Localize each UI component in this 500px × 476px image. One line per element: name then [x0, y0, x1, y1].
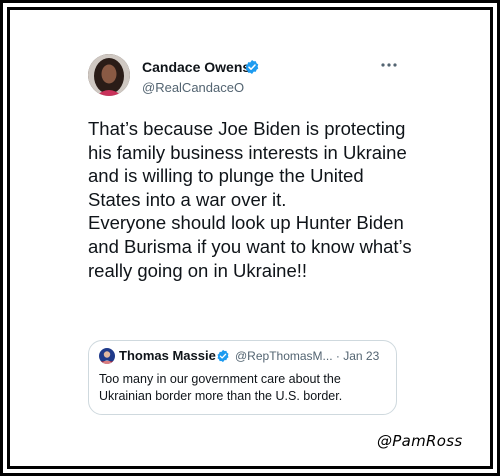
- more-options-icon[interactable]: [380, 58, 398, 72]
- quote-author-handle[interactable]: @RepThomasM...: [235, 349, 333, 363]
- quote-author-name[interactable]: Thomas Massie: [119, 348, 216, 363]
- author-handle[interactable]: @RealCandaceO: [142, 80, 244, 95]
- watermark: @PamRoss: [377, 432, 463, 450]
- verified-badge-icon: [245, 60, 259, 74]
- quote-author-avatar[interactable]: [99, 348, 115, 364]
- quote-author-meta: @RepThomasM... · Jan 23: [235, 349, 379, 363]
- quote-date[interactable]: Jan 23: [343, 349, 379, 363]
- tweet-paragraph: Everyone should look up Hunter Biden and…: [88, 212, 412, 281]
- verified-badge-icon: [217, 349, 229, 363]
- tweet-paragraph: That’s because Joe Biden is protecting h…: [88, 118, 407, 210]
- quoted-tweet-card[interactable]: Thomas Massie @RepThomasM... · Jan 23 To…: [88, 340, 397, 415]
- quote-text: Too many in our government care about th…: [99, 372, 343, 403]
- meta-separator: ·: [335, 349, 340, 363]
- author-name[interactable]: Candace Owens: [142, 59, 250, 75]
- tweet-text: That’s because Joe Biden is protecting h…: [88, 117, 413, 282]
- author-avatar[interactable]: [88, 54, 130, 96]
